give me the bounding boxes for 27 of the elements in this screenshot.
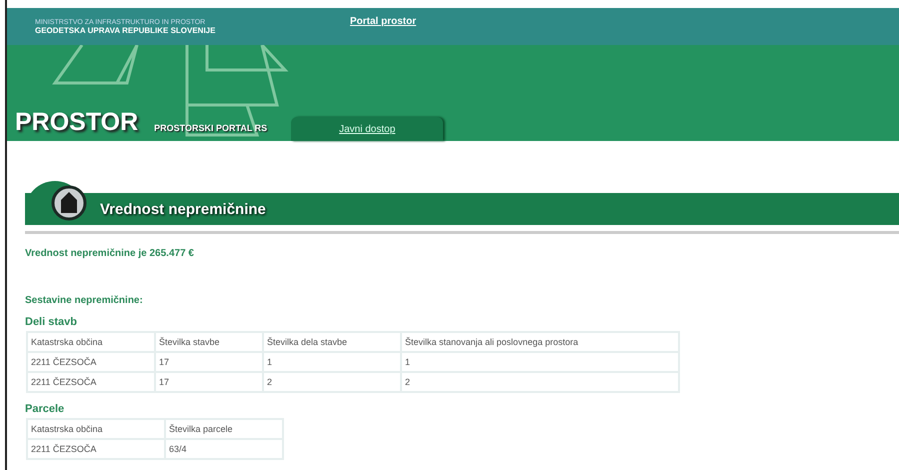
table-cell: 17	[155, 352, 263, 372]
column-header: Številka dela stavbe	[263, 332, 401, 352]
table-cell: 1	[401, 352, 679, 372]
nav-tab[interactable]: Javni dostop	[291, 117, 444, 141]
components-heading: Sestavine nepremičnine:	[25, 295, 144, 306]
agency-name: GEODETSKA UPRAVA REPUBLIKE SLOVENIJE	[35, 26, 216, 34]
table-cell: 1	[263, 352, 401, 372]
table-title: Deli stavb	[25, 316, 78, 328]
table-cell: 63/4	[165, 439, 283, 459]
column-header: Katastrska občina	[27, 419, 165, 439]
house-icon	[51, 185, 87, 221]
portal-link[interactable]: Portal prostor	[350, 16, 416, 27]
table-cell: 2211 ČEZSOČA	[27, 352, 155, 372]
table-cell: 2211 ČEZSOČA	[27, 372, 155, 392]
column-header: Katastrska občina	[27, 332, 155, 352]
site-logo: PROSTOR	[15, 108, 138, 137]
table-cell: 2	[263, 372, 401, 392]
column-header: Številka stavbe	[155, 332, 263, 352]
section-title: Vrednost nepremičnine	[100, 200, 266, 218]
table-cell: 2	[401, 372, 679, 392]
table-title: Parcele	[25, 403, 66, 415]
table-cell: 2211 ČEZSOČA	[27, 439, 165, 459]
table-cell: 17	[155, 372, 263, 392]
column-header: Številka parcele	[165, 419, 283, 439]
site-subtitle: PROSTORSKI PORTAL RS	[154, 123, 268, 133]
column-header: Številka stanovanja ali poslovnega prostora	[401, 332, 679, 352]
property-value-text: Vrednost nepremičnine je 265.477 €	[25, 248, 195, 259]
